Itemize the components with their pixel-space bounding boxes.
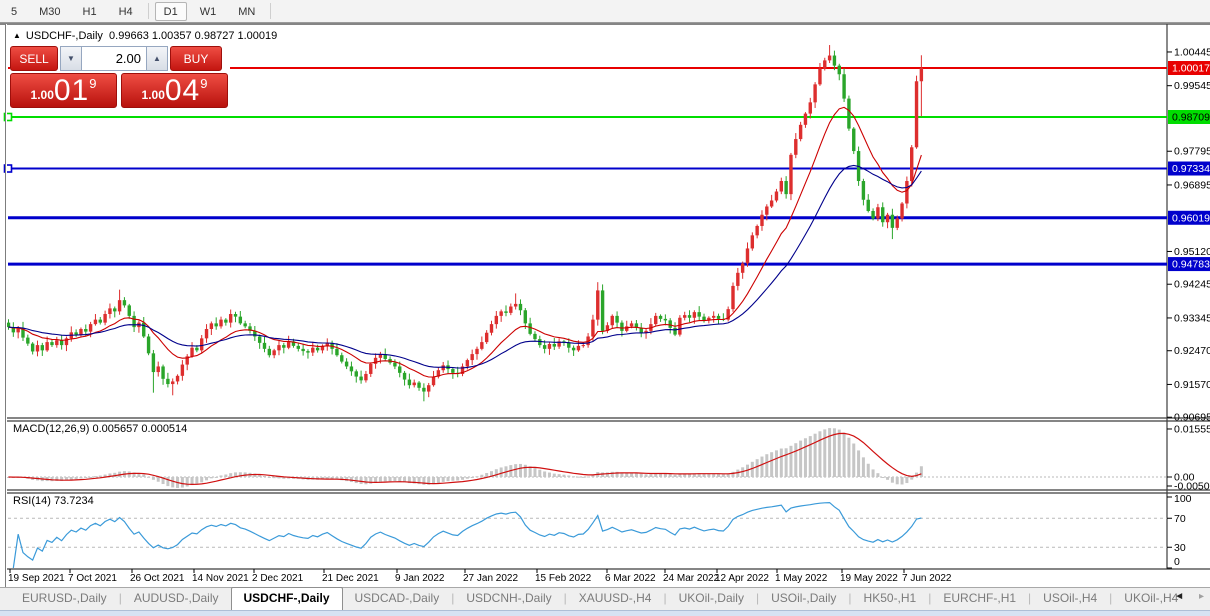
bid-price-prefix: 1.00: [30, 88, 54, 102]
tabbar-scroll-arrows: ◄ ▸: [1162, 591, 1204, 602]
window-left-border: [5, 24, 7, 610]
svg-text:30: 30: [1174, 542, 1186, 554]
tab-scroll-left-icon[interactable]: ◄: [1174, 591, 1184, 602]
symbol-tab-eurchf-h1[interactable]: EURCHF-,H1: [931, 588, 1028, 610]
ask-price-pipette: 9: [200, 76, 208, 91]
macd-panel: 0.015550.00-0.005075MACD(12,26,9) 0.0056…: [7, 423, 1210, 493]
svg-text:0: 0: [1174, 556, 1180, 568]
buy-button[interactable]: BUY: [170, 46, 222, 71]
svg-text:7 Oct 2021: 7 Oct 2021: [68, 573, 117, 584]
svg-text:0.91570: 0.91570: [1174, 379, 1210, 391]
symbol-tab-eurusd-daily[interactable]: EURUSD-,Daily: [10, 588, 119, 610]
svg-text:100: 100: [1174, 493, 1192, 505]
bid-price-pipette: 9: [89, 76, 97, 91]
svg-text:7 Jun 2022: 7 Jun 2022: [902, 573, 952, 584]
svg-text:19 May 2022: 19 May 2022: [840, 573, 898, 584]
svg-text:1.00017: 1.00017: [1172, 63, 1210, 75]
svg-text:0.93345: 0.93345: [1174, 312, 1210, 324]
symbol-tab-ukoil-daily[interactable]: UKOil-,Daily: [667, 588, 756, 610]
volume-increase-button[interactable]: ▲: [146, 46, 168, 71]
svg-text:70: 70: [1174, 513, 1186, 525]
symbol-tab-xauusd-h4[interactable]: XAUUSD-,H4: [567, 588, 664, 610]
chart-symbol-label: USDCHF-,Daily: [25, 30, 103, 42]
symbol-tab-usoil-h4[interactable]: USOil-,H4: [1031, 588, 1109, 610]
symbol-tabbar: EURUSD-,Daily | AUDUSD-,Daily USDCHF-,Daily…: [0, 587, 1210, 610]
bid-price-big-digits: 01: [53, 74, 90, 107]
one-click-trade-panel: SELL ▼ ▲ BUY 1.00 01 9 1.00 04 9: [10, 45, 230, 111]
symbol-tab-usoil-daily[interactable]: USOil-,Daily: [759, 588, 848, 610]
symbol-tab-usdcad-daily[interactable]: USDCAD-,Daily: [343, 588, 452, 610]
volume-field-wrap: [82, 46, 146, 71]
svg-text:1 May 2022: 1 May 2022: [775, 573, 828, 584]
svg-text:RSI(14) 73.7234: RSI(14) 73.7234: [13, 495, 94, 507]
chart-ohlc-values: 0.99663 1.00357 0.98727 1.00019: [109, 30, 278, 42]
symbol-tab-hk50-h1[interactable]: HK50-,H1: [852, 588, 929, 610]
svg-text:9 Jan 2022: 9 Jan 2022: [395, 573, 445, 584]
trading-terminal: 5 M30 H1 H4 D1 W1 MN 1.00445 0.99545 0.97795 0.96…: [0, 0, 1210, 616]
svg-text:0.96019: 0.96019: [1172, 212, 1210, 224]
symbol-tab-usdchf-daily[interactable]: USDCHF-,Daily: [230, 587, 343, 610]
svg-text:0.92470: 0.92470: [1174, 345, 1210, 357]
svg-text:0.01555: 0.01555: [1174, 423, 1210, 435]
svg-text:2 Dec 2021: 2 Dec 2021: [252, 573, 304, 584]
date-axis: 19 Sep 2021 7 Oct 2021 26 Oct 2021 14 Nov 2…: [8, 569, 952, 584]
collapse-arrow-icon[interactable]: ▲: [13, 31, 21, 40]
svg-text:0.94245: 0.94245: [1174, 279, 1210, 291]
svg-text:0.97795: 0.97795: [1174, 146, 1210, 158]
sell-button[interactable]: SELL: [10, 46, 58, 71]
ask-price-prefix: 1.00: [141, 88, 165, 102]
tab-scroll-right-icon[interactable]: ▸: [1199, 591, 1204, 602]
symbol-tab-usdcnh-daily[interactable]: USDCNH-,Daily: [454, 588, 563, 610]
svg-text:27 Jan 2022: 27 Jan 2022: [463, 573, 518, 584]
chart-title: ▲ USDCHF-,Daily 0.99663 1.00357 0.98727 1…: [13, 30, 277, 42]
volume-input[interactable]: [82, 51, 141, 66]
svg-text:19 Sep 2021: 19 Sep 2021: [8, 573, 65, 584]
rsi-panel: 100 70 30 0 RSI(14) 73.7234: [8, 493, 1192, 569]
svg-text:0.96895: 0.96895: [1174, 179, 1210, 191]
svg-text:MACD(12,26,9) 0.005657 0.00051: MACD(12,26,9) 0.005657 0.000514: [13, 423, 187, 435]
volume-decrease-button[interactable]: ▼: [60, 46, 82, 71]
buy-price-button[interactable]: 1.00 04 9: [121, 73, 228, 108]
svg-text:0.98709: 0.98709: [1172, 111, 1210, 123]
moving-averages: [8, 106, 922, 378]
svg-text:1.00445: 1.00445: [1174, 46, 1210, 58]
svg-text:0.90695: 0.90695: [1174, 412, 1210, 424]
svg-text:0.94783: 0.94783: [1172, 259, 1210, 271]
svg-text:24 Mar 2022: 24 Mar 2022: [663, 573, 720, 584]
window-bottom-strip: [0, 610, 1210, 616]
svg-text:6 Mar 2022: 6 Mar 2022: [605, 573, 656, 584]
ask-price-big-digits: 04: [164, 74, 201, 107]
svg-text:26 Oct 2021: 26 Oct 2021: [130, 573, 185, 584]
svg-text:-0.005075: -0.005075: [1174, 481, 1210, 493]
price-axis: 1.00445 0.99545 0.97795 0.96895 0.95120 0.942…: [1167, 46, 1210, 424]
svg-text:0.99545: 0.99545: [1174, 80, 1210, 92]
symbol-tab-audusd-daily[interactable]: AUDUSD-,Daily: [122, 588, 231, 610]
svg-text:14 Nov 2021: 14 Nov 2021: [192, 573, 249, 584]
svg-text:21 Dec 2021: 21 Dec 2021: [322, 573, 379, 584]
svg-text:0.97334: 0.97334: [1172, 163, 1210, 175]
svg-text:0.95120: 0.95120: [1174, 246, 1210, 258]
svg-text:12 Apr 2022: 12 Apr 2022: [715, 573, 769, 584]
svg-text:15 Feb 2022: 15 Feb 2022: [535, 573, 592, 584]
sell-price-button[interactable]: 1.00 01 9: [10, 73, 117, 108]
